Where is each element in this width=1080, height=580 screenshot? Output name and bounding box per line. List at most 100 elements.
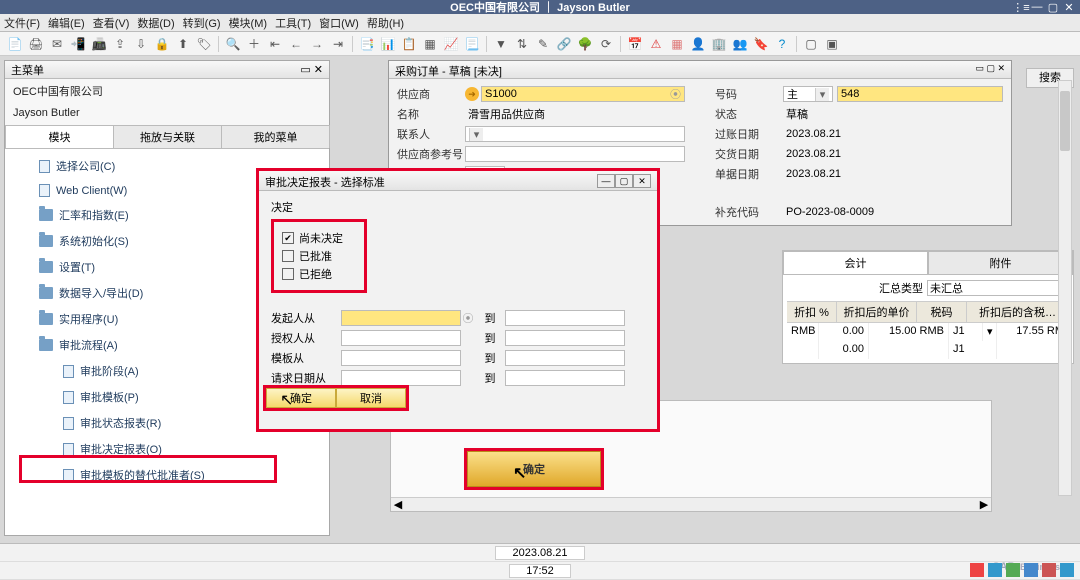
panel-close-icon[interactable]: ▭ ✕ bbox=[300, 63, 323, 76]
tray-icon[interactable] bbox=[1006, 563, 1020, 577]
checkbox-rejected[interactable] bbox=[282, 268, 294, 280]
edit-icon[interactable]: ✎ bbox=[534, 35, 552, 53]
checkbox-pending[interactable]: ✔ bbox=[282, 232, 294, 244]
sms-icon[interactable]: 📲 bbox=[69, 35, 87, 53]
up-icon[interactable]: ⬆ bbox=[174, 35, 192, 53]
request-date-to-input[interactable] bbox=[505, 370, 625, 386]
link-icon[interactable]: 🔗 bbox=[555, 35, 573, 53]
xls-icon[interactable]: 📊 bbox=[379, 35, 397, 53]
menu-window[interactable]: 窗口(W) bbox=[319, 15, 359, 31]
ok-button[interactable]: 确定 bbox=[266, 388, 336, 408]
tab-mymenu[interactable]: 我的菜单 bbox=[221, 125, 330, 148]
report-icon[interactable]: 📃 bbox=[463, 35, 481, 53]
supplier-name: 滑雪用品供应商 bbox=[465, 106, 685, 122]
cancel-button[interactable]: 取消 bbox=[336, 388, 406, 408]
tray-icon[interactable] bbox=[1042, 563, 1056, 577]
tree-approval-substitute[interactable]: 审批模板的替代批准者(S) bbox=[5, 462, 329, 488]
tray-icon[interactable] bbox=[988, 563, 1002, 577]
tray-icon[interactable] bbox=[970, 563, 984, 577]
chart-icon[interactable]: 📈 bbox=[442, 35, 460, 53]
authorizer-from-input[interactable] bbox=[341, 330, 461, 346]
tab-modules[interactable]: 模块 bbox=[5, 125, 114, 148]
people-icon[interactable]: 👥 bbox=[731, 35, 749, 53]
tab-drag[interactable]: 拖放与关联 bbox=[113, 125, 222, 148]
windows-icon[interactable]: ▣ bbox=[823, 35, 841, 53]
tag2-icon[interactable]: 🔖 bbox=[752, 35, 770, 53]
menu-help[interactable]: 帮助(H) bbox=[367, 15, 404, 31]
originator-to-input[interactable] bbox=[505, 310, 625, 326]
import-icon[interactable]: ⇩ bbox=[132, 35, 150, 53]
close-icon[interactable]: ✕ bbox=[1062, 0, 1076, 14]
alert-icon[interactable]: ⚠ bbox=[647, 35, 665, 53]
doc-type-select[interactable]: 主▾ bbox=[783, 86, 833, 102]
tree-icon[interactable]: 🌳 bbox=[576, 35, 594, 53]
prev-icon[interactable]: ← bbox=[287, 35, 305, 53]
user-icon[interactable]: 👤 bbox=[689, 35, 707, 53]
tag-icon[interactable]: 🏷 bbox=[195, 35, 213, 53]
tree-approval-decision-report[interactable]: 审批决定报表(O) bbox=[5, 436, 329, 462]
first-icon[interactable]: ⇤ bbox=[266, 35, 284, 53]
grid-row[interactable]: RMB 0.00 15.00 RMB J1▾ 17.55 RM bbox=[787, 323, 1069, 341]
confirm-button[interactable]: 确定 ↖ bbox=[467, 451, 601, 487]
lock-icon[interactable]: 🔒 bbox=[153, 35, 171, 53]
doc-icon bbox=[63, 443, 74, 456]
find-icon[interactable]: 🔍 bbox=[224, 35, 242, 53]
menu-goto[interactable]: 转到(G) bbox=[183, 15, 221, 31]
new-icon[interactable]: 📄 bbox=[6, 35, 24, 53]
menu-data[interactable]: 数据(D) bbox=[137, 15, 174, 31]
status-date: 2023.08.21 bbox=[495, 546, 584, 560]
tab-accounting[interactable]: 会计 bbox=[783, 251, 928, 275]
next-icon[interactable]: → bbox=[308, 35, 326, 53]
filter-icon[interactable]: ▼ bbox=[492, 35, 510, 53]
menu-view[interactable]: 查看(V) bbox=[93, 15, 130, 31]
menu-modules[interactable]: 模块(M) bbox=[229, 15, 268, 31]
dialog-titlebar[interactable]: 审批决定报表 - 选择标准 — ▢ ✕ bbox=[259, 171, 657, 191]
settings-icon[interactable]: ⋮≡ bbox=[1014, 0, 1028, 14]
checkbox-approved[interactable] bbox=[282, 250, 294, 262]
minimize-icon[interactable]: — bbox=[597, 174, 615, 188]
window-icon[interactable]: ▢ bbox=[802, 35, 820, 53]
pdf-icon[interactable]: 📑 bbox=[358, 35, 376, 53]
approval-decision-dialog: 审批决定报表 - 选择标准 — ▢ ✕ 决定 ✔尚未决定 已批准 已拒绝 发起人… bbox=[256, 168, 660, 432]
template-to-input[interactable] bbox=[505, 350, 625, 366]
cal-icon[interactable]: 📅 bbox=[626, 35, 644, 53]
tray-icon[interactable] bbox=[1060, 563, 1074, 577]
sum-type-select[interactable]: 未汇总▾ bbox=[927, 280, 1069, 296]
doc-icon[interactable]: 📋 bbox=[400, 35, 418, 53]
maximize-icon[interactable]: ▢ bbox=[1046, 0, 1060, 14]
menu-file[interactable]: 文件(F) bbox=[4, 15, 40, 31]
menu-tools[interactable]: 工具(T) bbox=[275, 15, 311, 31]
mail-icon[interactable]: ✉ bbox=[48, 35, 66, 53]
supplier-code-input[interactable]: S1000⦿ bbox=[481, 86, 685, 102]
export-icon[interactable]: ⇪ bbox=[111, 35, 129, 53]
app-titlebar: OEC中国有限公司 ｜ Jayson Butler ⋮≡ — ▢ ✕ bbox=[0, 0, 1080, 14]
tab-attachments[interactable]: 附件 bbox=[928, 251, 1073, 275]
menu-edit[interactable]: 编辑(E) bbox=[48, 15, 85, 31]
supplier-ref-input[interactable] bbox=[465, 146, 685, 162]
refresh-icon[interactable]: ⟳ bbox=[597, 35, 615, 53]
grid-icon[interactable]: ▦ bbox=[668, 35, 686, 53]
maximize-icon[interactable]: ▢ bbox=[615, 174, 633, 188]
org-icon[interactable]: 🏢 bbox=[710, 35, 728, 53]
minimize-icon[interactable]: — bbox=[1030, 0, 1044, 14]
form-window-controls[interactable]: ▭ ▢ ✕ bbox=[975, 63, 1005, 76]
template-from-input[interactable] bbox=[341, 350, 461, 366]
horizontal-scrollbar[interactable]: ◀▶ bbox=[391, 497, 991, 511]
goto-icon[interactable]: ➜ bbox=[465, 87, 479, 101]
vertical-scrollbar[interactable] bbox=[1058, 80, 1072, 496]
last-icon[interactable]: ⇥ bbox=[329, 35, 347, 53]
fax-icon[interactable]: 📠 bbox=[90, 35, 108, 53]
layout-icon[interactable]: ▦ bbox=[421, 35, 439, 53]
help-icon[interactable]: ? bbox=[773, 35, 791, 53]
add-icon[interactable]: ＋ bbox=[245, 35, 263, 53]
originator-from-input[interactable] bbox=[341, 310, 461, 326]
grid-row[interactable]: 0.00 J1 bbox=[787, 341, 1069, 359]
print-icon[interactable]: 🖨 bbox=[27, 35, 45, 53]
request-date-from-input[interactable] bbox=[341, 370, 461, 386]
tray-icon[interactable] bbox=[1024, 563, 1038, 577]
contact-input[interactable]: ▾ bbox=[465, 126, 685, 142]
doc-no-input[interactable]: 548 bbox=[837, 86, 1003, 102]
close-icon[interactable]: ✕ bbox=[633, 174, 651, 188]
sort-icon[interactable]: ⇅ bbox=[513, 35, 531, 53]
authorizer-to-input[interactable] bbox=[505, 330, 625, 346]
